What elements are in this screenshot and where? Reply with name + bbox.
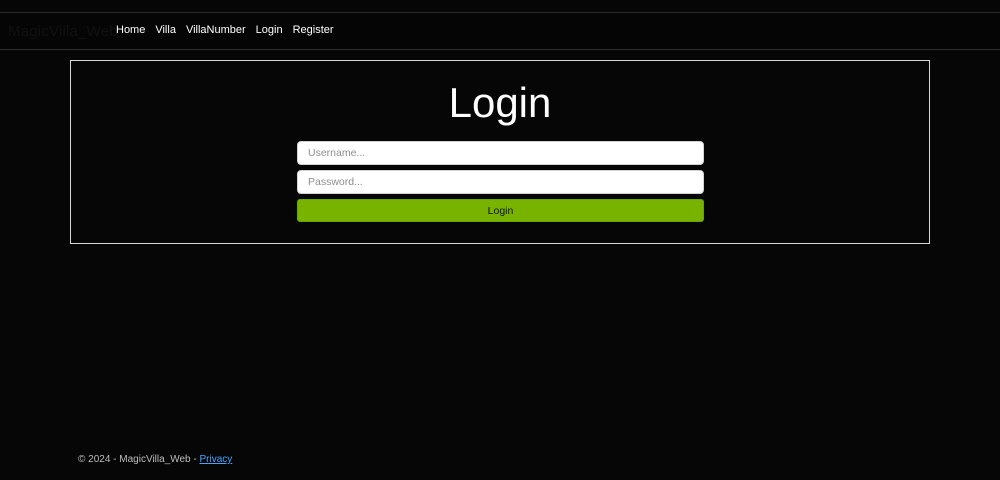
brand-link[interactable]: MagicVilla_Web xyxy=(8,23,118,40)
login-form: Login xyxy=(297,141,704,222)
nav-link-villa[interactable]: Villa xyxy=(155,24,176,36)
nav-link-home[interactable]: Home xyxy=(116,24,145,36)
nav-link-register[interactable]: Register xyxy=(293,24,334,36)
top-navbar: MagicVilla_Web Home Villa VillaNumber Lo… xyxy=(0,12,1000,50)
privacy-link[interactable]: Privacy xyxy=(200,454,233,465)
login-card: Login Login xyxy=(70,60,930,244)
nav-link-villanumber[interactable]: VillaNumber xyxy=(186,24,246,36)
login-button[interactable]: Login xyxy=(297,199,704,222)
username-input[interactable] xyxy=(297,141,704,165)
nav-link-login[interactable]: Login xyxy=(256,24,283,36)
password-input[interactable] xyxy=(297,170,704,194)
nav-links: Home Villa VillaNumber Login Register xyxy=(116,24,334,36)
footer: © 2024 - MagicVilla_Web - Privacy xyxy=(78,454,232,465)
page-title: Login xyxy=(448,79,552,126)
footer-text: © 2024 - MagicVilla_Web - xyxy=(78,454,200,465)
